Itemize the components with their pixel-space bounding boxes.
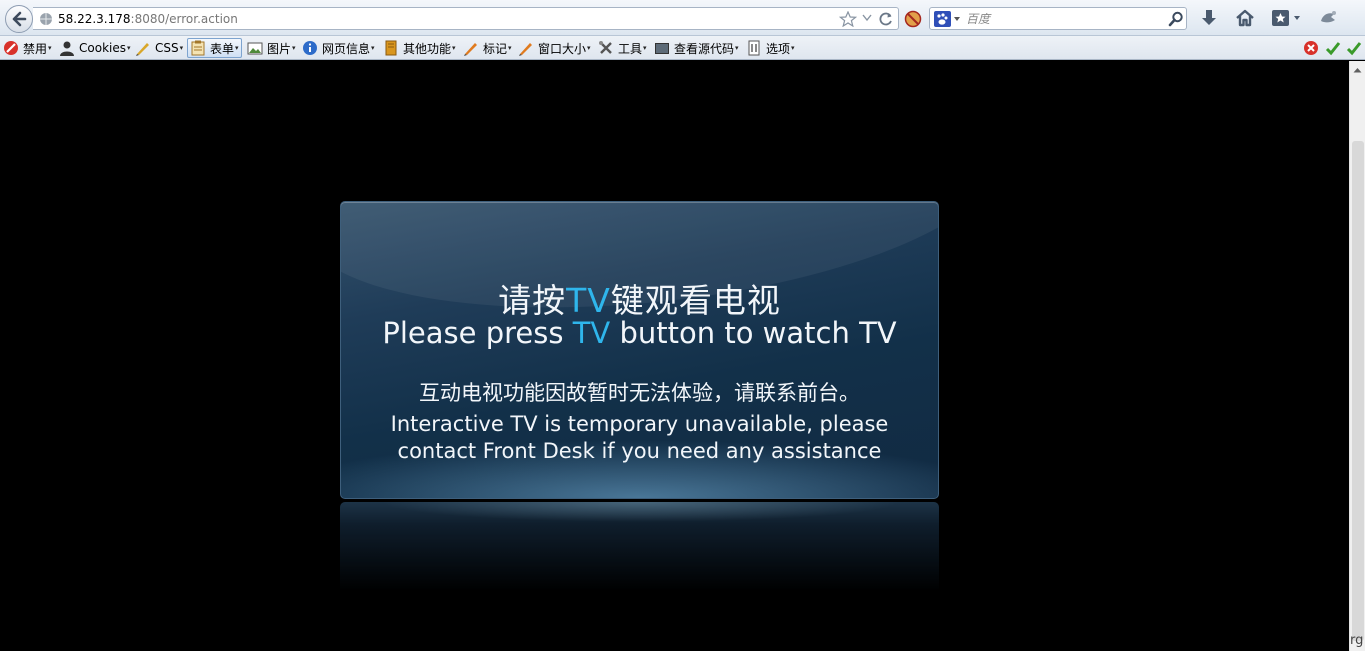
reflection-glow xyxy=(380,502,900,522)
url-host: 58.22.3.178 xyxy=(58,12,131,26)
title-cn-before: 请按 xyxy=(498,281,567,320)
dropdown-arrow-icon: ▾ xyxy=(48,44,52,52)
toolbar-tools-label: 工具 xyxy=(618,41,643,56)
web-developer-toolbar: 禁用 ▾ Cookies ▾ CSS ▾ 表单 ▾ 图片 ▾ 网页信息 ▾ 其他功能 ▾ 标记… xyxy=(0,36,1365,60)
title-en-before: Please press xyxy=(382,316,573,350)
dropdown-arrow-icon: ▾ xyxy=(126,44,131,52)
resize-icon xyxy=(519,43,532,56)
toolbar-forms-menu[interactable]: 表单 ▾ xyxy=(187,38,242,58)
title-cn-tv: TV xyxy=(566,281,611,320)
notice-english-line2: contact Front Desk if you need any assis… xyxy=(397,439,882,463)
images-icon xyxy=(247,42,263,55)
view-source-icon xyxy=(655,43,669,54)
title-en-tv: TV xyxy=(572,316,611,350)
url-dropdown-icon[interactable] xyxy=(862,14,872,22)
bookmark-star-icon[interactable] xyxy=(839,11,857,27)
navigation-bar: 58.22.3.178:8080/error.action xyxy=(0,0,1365,36)
outline-icon xyxy=(464,43,477,56)
baidu-paw-icon xyxy=(934,11,960,27)
tools-icon xyxy=(599,41,612,54)
error-message-panel: 请按TV键观看电视 Please press TV button to watc… xyxy=(340,201,939,499)
toolbar-misc-menu[interactable]: 其他功能 ▾ xyxy=(381,38,458,58)
bookmarks-menu-icon[interactable] xyxy=(1271,8,1303,28)
toolbar-cookies-label: Cookies xyxy=(79,41,126,55)
search-icon[interactable] xyxy=(1168,11,1184,27)
back-button[interactable] xyxy=(5,5,33,33)
title-chinese: 请按TV键观看电视 xyxy=(341,274,938,322)
notice-english-line1: Interactive TV is temporary unavailable,… xyxy=(390,412,889,436)
scrollbar-thumb[interactable] xyxy=(1352,141,1364,641)
page-content: 请按TV键观看电视 Please press TV button to watc… xyxy=(0,61,1349,651)
toolbar-forms-label: 表单 xyxy=(210,41,235,56)
js-valid-icon[interactable] xyxy=(1346,40,1362,56)
url-text[interactable]: 58.22.3.178:8080/error.action xyxy=(58,12,238,26)
toolbar-options-menu[interactable]: 选项 ▾ xyxy=(744,38,797,58)
title-english: Please press TV button to watch TV xyxy=(341,316,938,350)
misc-icon xyxy=(385,40,397,56)
title-en-after: button to watch TV xyxy=(610,316,897,350)
download-icon[interactable] xyxy=(1200,8,1218,28)
toolbar-view-source-label: 查看源代码 xyxy=(674,41,735,56)
toolbar-info-menu[interactable]: 网页信息 ▾ xyxy=(300,38,377,58)
info-icon xyxy=(303,41,317,55)
toolbar-outline-label: 标记 xyxy=(483,41,508,56)
url-bar[interactable]: 58.22.3.178:8080/error.action xyxy=(33,7,899,30)
cookies-icon xyxy=(60,41,74,56)
scroll-up-arrow-icon[interactable] xyxy=(1353,67,1362,73)
toolbar-cookies-menu[interactable]: Cookies ▾ xyxy=(57,38,133,58)
dropdown-arrow-icon: ▾ xyxy=(235,44,239,52)
search-input[interactable] xyxy=(966,10,1166,27)
dropdown-arrow-icon: ▾ xyxy=(587,44,591,52)
toolbar-images-label: 图片 xyxy=(267,41,292,56)
toolbar-css-menu[interactable]: CSS ▾ xyxy=(133,38,185,58)
toolbar-css-label: CSS xyxy=(155,41,179,55)
forms-icon xyxy=(191,40,205,56)
dropdown-arrow-icon: ▾ xyxy=(791,44,795,52)
toolbar-resize-label: 窗口大小 xyxy=(538,41,587,56)
title-cn-after: 键观看电视 xyxy=(610,281,781,320)
toolbar-view-source-menu[interactable]: 查看源代码 ▾ xyxy=(652,38,741,58)
toolbar-tools-menu[interactable]: 工具 ▾ xyxy=(596,38,649,58)
disable-icon xyxy=(4,41,18,55)
css-valid-icon[interactable] xyxy=(1325,40,1341,56)
globe-icon xyxy=(40,13,52,25)
toolbar-misc-label: 其他功能 xyxy=(403,41,452,56)
dropdown-arrow-icon: ▾ xyxy=(643,44,647,52)
reload-icon[interactable] xyxy=(878,11,894,27)
toolbar-images-menu[interactable]: 图片 ▾ xyxy=(245,38,298,58)
toolbar-disable-menu[interactable]: 禁用 ▾ xyxy=(1,38,54,58)
adblock-icon[interactable] xyxy=(904,10,922,28)
search-engine-selector[interactable] xyxy=(933,11,963,27)
error-status-icon[interactable] xyxy=(1303,40,1319,56)
home-icon[interactable] xyxy=(1235,8,1255,28)
search-bar[interactable] xyxy=(929,7,1187,30)
url-path: :8080/error.action xyxy=(130,12,238,26)
dropdown-arrow-icon: ▾ xyxy=(292,44,296,52)
dropdown-arrow-icon: ▾ xyxy=(452,44,456,52)
toolbar-options-label: 选项 xyxy=(766,41,791,56)
corner-text: rg xyxy=(1350,633,1364,648)
css-icon xyxy=(136,43,149,56)
dropdown-arrow-icon: ▾ xyxy=(508,44,512,52)
toolbar-resize-menu[interactable]: 窗口大小 ▾ xyxy=(516,38,593,58)
options-icon xyxy=(748,40,760,56)
toolbar-info-label: 网页信息 xyxy=(322,41,371,56)
toolbar-disable-label: 禁用 xyxy=(23,41,48,56)
panel-reflection xyxy=(340,502,939,592)
dropdown-arrow-icon: ▾ xyxy=(735,44,739,52)
dropdown-arrow-icon: ▾ xyxy=(179,44,184,52)
toolbar-outline-menu[interactable]: 标记 ▾ xyxy=(461,38,514,58)
vertical-scrollbar[interactable] xyxy=(1349,61,1365,651)
extension-icon[interactable] xyxy=(1318,8,1340,28)
back-arrow-icon xyxy=(12,11,27,27)
dropdown-arrow-icon: ▾ xyxy=(371,44,375,52)
notice-chinese: 互动电视功能因故暂时无法体验，请联系前台。 xyxy=(419,381,860,405)
